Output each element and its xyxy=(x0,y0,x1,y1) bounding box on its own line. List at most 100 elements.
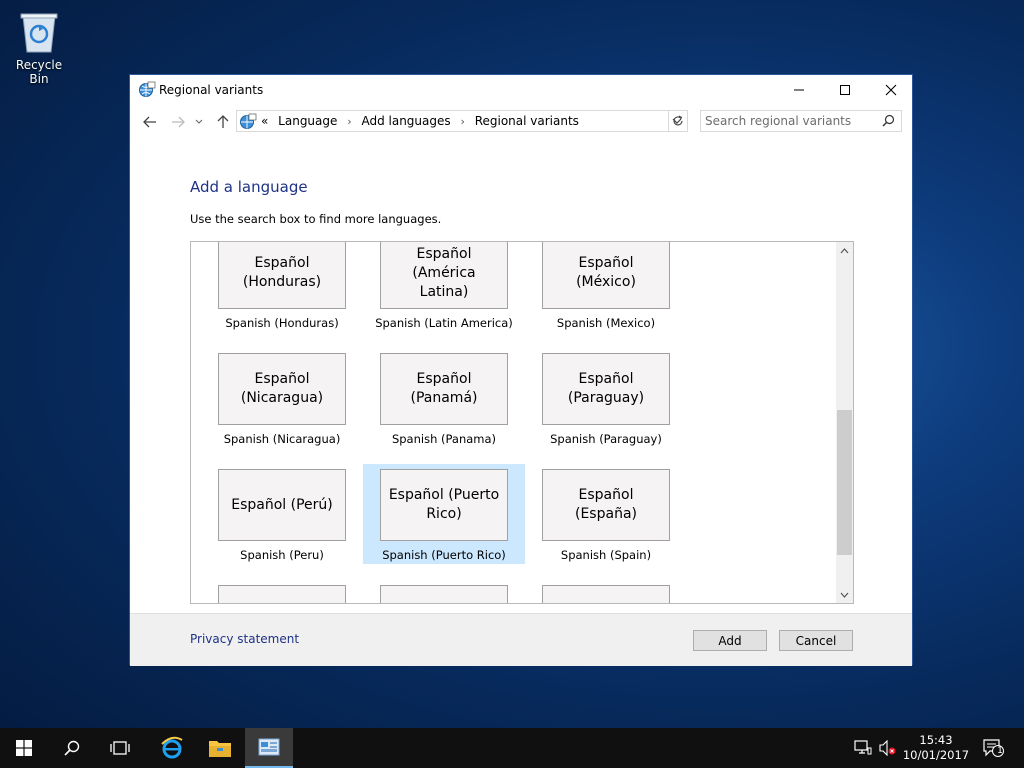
volume-tray-button[interactable] xyxy=(876,728,898,768)
file-explorer-taskbar-button[interactable] xyxy=(196,728,244,768)
breadcrumb-overflow[interactable]: « xyxy=(261,114,268,128)
chevron-right-icon: › xyxy=(347,115,352,128)
chevron-right-icon: › xyxy=(460,115,465,128)
folder-icon xyxy=(209,741,231,757)
search-box[interactable] xyxy=(700,110,902,132)
forward-arrow-icon xyxy=(172,116,185,128)
language-tile-english-name: Spanish (Paraguay) xyxy=(550,432,662,446)
internet-explorer-taskbar-button[interactable] xyxy=(148,728,196,768)
back-arrow-icon xyxy=(143,116,156,128)
language-tile-native-name: Español xyxy=(542,585,670,603)
language-tile-english-name: Spanish (Spain) xyxy=(560,548,652,562)
language-tile-english-name: Spanish (Latin America) xyxy=(375,316,513,330)
language-tile-english-name: Spanish (Nicaragua) xyxy=(223,432,341,446)
refresh-icon xyxy=(673,115,683,126)
control-panel-icon xyxy=(258,738,280,756)
language-variant-item[interactable]: Español (Perú) Spanish (Peru) xyxy=(201,464,363,564)
clock-time: 15:43 xyxy=(919,733,953,747)
address-bar[interactable]: « Language › Add languages › Regional va… xyxy=(236,110,688,132)
clock-date: 10/01/2017 xyxy=(902,748,970,762)
task-view-button[interactable] xyxy=(96,728,144,768)
breadcrumb-language[interactable]: Language xyxy=(278,114,337,128)
language-variant-item[interactable]: Español xyxy=(525,580,687,603)
language-variant-item[interactable]: Español (Panamá) Spanish (Panama) xyxy=(363,348,525,448)
search-icon xyxy=(64,740,80,756)
language-variant-item[interactable]: Español xyxy=(363,580,525,603)
language-variant-item[interactable]: Español (España) Spanish (Spain) xyxy=(525,464,687,564)
language-tile-english-name: Spanish (Puerto Rico) xyxy=(382,548,506,562)
search-icon[interactable] xyxy=(882,114,895,130)
language-tile-native-name: Español (Nicaragua) xyxy=(218,353,346,425)
taskbar-clock[interactable]: 15:43 10/01/2017 xyxy=(898,733,974,763)
recycle-bin-shortcut[interactable]: Recycle Bin xyxy=(6,6,72,86)
maximize-button[interactable] xyxy=(822,75,868,105)
recent-locations-button[interactable] xyxy=(193,112,205,132)
start-button[interactable] xyxy=(0,728,48,768)
chevron-down-icon xyxy=(195,119,203,124)
language-taskbar-button[interactable] xyxy=(245,728,293,768)
up-button[interactable] xyxy=(213,112,233,132)
language-variants-list: Español (Honduras) Spanish (Honduras) Espa… xyxy=(190,241,854,604)
language-tile-english-name: Spanish (Honduras) xyxy=(225,316,339,330)
scroll-up-button[interactable] xyxy=(836,242,853,259)
up-arrow-icon xyxy=(217,115,229,128)
add-button[interactable]: Add xyxy=(693,630,767,651)
language-variant-item[interactable]: Español (Nicaragua) Spanish (Nicaragua) xyxy=(201,348,363,448)
breadcrumb: « Language › Add languages › Regional va… xyxy=(261,114,579,128)
chevron-down-icon xyxy=(840,592,849,598)
breadcrumb-regional-variants[interactable]: Regional variants xyxy=(475,114,579,128)
action-center-button[interactable]: 1 xyxy=(978,728,1008,768)
close-icon xyxy=(885,84,897,96)
back-button[interactable] xyxy=(140,112,160,132)
dialog-footer: Privacy statement Add Cancel xyxy=(130,613,912,666)
language-tile-native-name: Español (México) xyxy=(542,242,670,309)
language-variant-item[interactable]: Español (Estados xyxy=(201,580,363,603)
network-tray-button[interactable] xyxy=(852,728,874,768)
task-view-icon xyxy=(110,741,130,755)
cancel-button[interactable]: Cancel xyxy=(779,630,853,651)
scroll-down-button[interactable] xyxy=(836,586,853,603)
language-tile-native-name: Español (América Latina) xyxy=(380,242,508,309)
language-variant-item[interactable]: Español (Puerto Rico) Spanish (Puerto Ric… xyxy=(363,464,525,564)
chevron-up-icon xyxy=(840,247,849,253)
language-tile-native-name: Español (Puerto Rico) xyxy=(380,469,508,541)
taskbar: 15:43 10/01/2017 1 xyxy=(0,728,1024,768)
search-taskbar-button[interactable] xyxy=(48,728,96,768)
scrollbar-thumb[interactable] xyxy=(837,410,852,555)
vertical-scrollbar[interactable] xyxy=(836,242,853,603)
language-tile-native-name: Español (Perú) xyxy=(218,469,346,541)
language-tile-native-name: Español (España) xyxy=(542,469,670,541)
minimize-icon xyxy=(794,89,804,91)
forward-button[interactable] xyxy=(168,112,188,132)
close-button[interactable] xyxy=(868,75,914,105)
language-tile-native-name: Español (Panamá) xyxy=(380,353,508,425)
recycle-bin-label: Recycle Bin xyxy=(15,58,63,86)
language-variant-item[interactable]: Español (México) Spanish (Mexico) xyxy=(525,242,687,332)
language-tile-english-name: Spanish (Panama) xyxy=(391,432,497,446)
windows-logo-icon xyxy=(16,740,32,756)
language-variant-item[interactable]: Español (Honduras) Spanish (Honduras) xyxy=(201,242,363,332)
language-tile-english-name: Spanish (Mexico) xyxy=(556,316,656,330)
network-icon xyxy=(854,740,872,755)
language-variant-item[interactable]: Español (América Latina) Spanish (Latin A… xyxy=(363,242,525,332)
internet-explorer-icon xyxy=(161,736,183,759)
maximize-icon xyxy=(840,85,850,95)
language-tile-native-name: Español xyxy=(380,585,508,603)
notification-count: 1 xyxy=(997,746,1003,756)
page-title: Add a language xyxy=(190,178,308,196)
search-input[interactable] xyxy=(705,113,875,129)
control-panel-icon xyxy=(239,113,257,131)
privacy-statement-link[interactable]: Privacy statement xyxy=(190,632,299,646)
refresh-button[interactable] xyxy=(668,110,688,132)
regional-variants-window: Regional variants « Language › Add langu… xyxy=(129,74,913,666)
title-bar[interactable]: Regional variants xyxy=(130,75,912,105)
language-tile-english-name: Spanish (Peru) xyxy=(240,548,324,562)
window-title: Regional variants xyxy=(159,83,264,97)
language-tile-native-name: Español (Paraguay) xyxy=(542,353,670,425)
language-tile-native-name: Español (Estados xyxy=(218,585,346,603)
volume-muted-icon xyxy=(879,740,896,756)
recycle-bin-icon xyxy=(17,8,61,54)
language-variant-item[interactable]: Español (Paraguay) Spanish (Paraguay) xyxy=(525,348,687,448)
minimize-button[interactable] xyxy=(776,75,822,105)
breadcrumb-add-languages[interactable]: Add languages xyxy=(361,114,450,128)
